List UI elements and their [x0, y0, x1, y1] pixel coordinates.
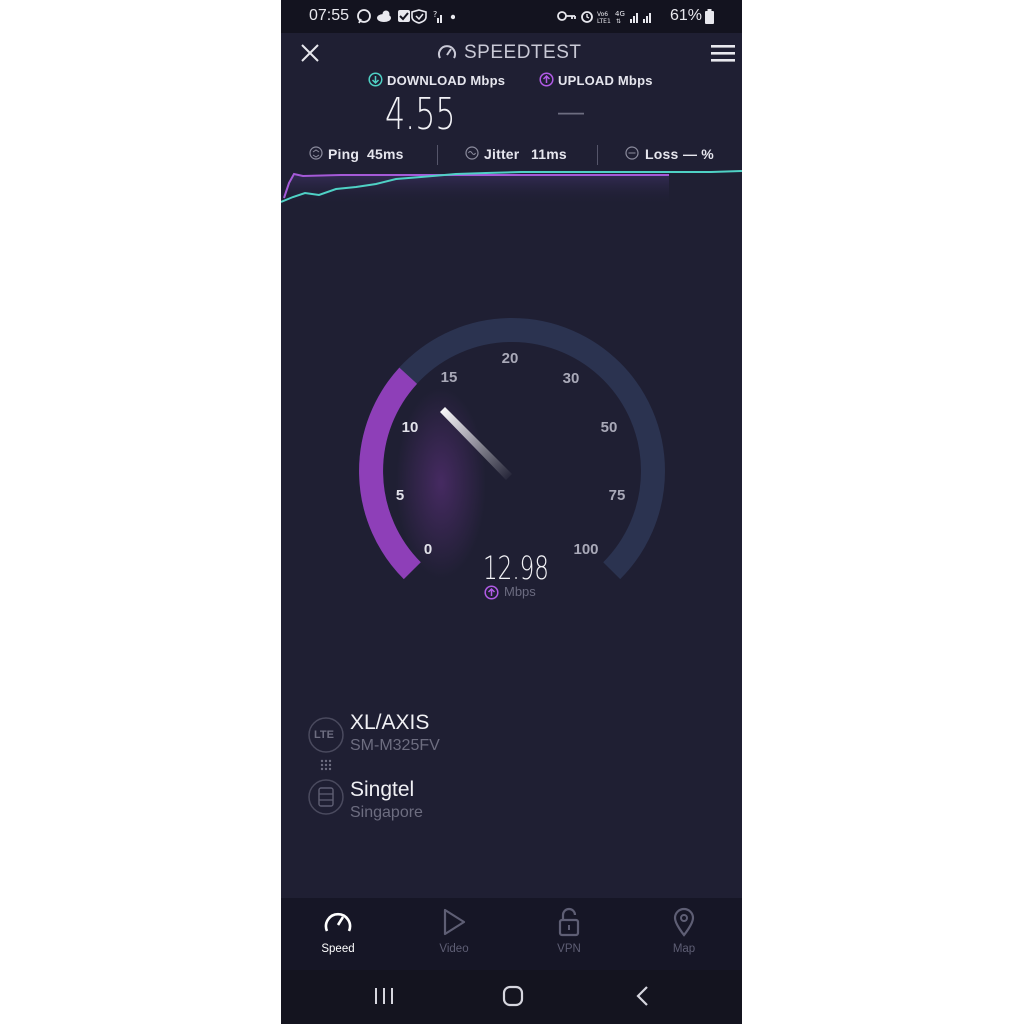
gauge-unit: Mbps	[504, 584, 536, 599]
server-location: Singapore	[350, 804, 423, 821]
loss-icon	[625, 146, 639, 160]
loss-value: — %	[683, 146, 714, 162]
jitter-label: Jitter	[484, 146, 520, 162]
server-name[interactable]: Singtel	[350, 778, 414, 802]
speedometer-icon	[324, 912, 352, 932]
ping-label: Ping	[328, 146, 360, 162]
connection-dots-icon	[320, 759, 332, 771]
nav-item-vpn[interactable]: VPN	[529, 898, 609, 970]
dot-icon	[450, 14, 455, 20]
nav-item-video[interactable]: Video	[414, 898, 494, 970]
battery-icon	[705, 9, 714, 24]
status-left-icons: ?	[357, 9, 455, 24]
app-header: SPEEDTEST	[281, 33, 742, 73]
shield-icon	[411, 9, 427, 24]
status-time: 07:55	[309, 7, 350, 24]
key-icon	[557, 11, 576, 21]
svg-text:Vo6: Vo6	[597, 11, 608, 18]
4g-icon: 4G⇅	[615, 10, 625, 25]
svg-text:4G: 4G	[615, 10, 625, 18]
map-pin-icon	[673, 907, 695, 937]
whatsapp-icon	[357, 9, 371, 24]
ping-value: 45ms	[367, 146, 404, 162]
gauge-tick: 75	[609, 487, 626, 504]
server-icon[interactable]	[307, 778, 345, 816]
signal-small-icon: ?	[433, 10, 442, 23]
nav-item-speed[interactable]: Speed	[298, 898, 378, 970]
signal-icon	[630, 13, 638, 23]
nav-label: Map	[672, 943, 696, 955]
volte-icon: Vo6LTE1	[597, 11, 611, 25]
checkbox-icon	[398, 10, 410, 22]
download-value: 4.55	[385, 89, 456, 140]
home-icon[interactable]	[502, 985, 524, 1007]
upload-mode-icon	[484, 585, 499, 600]
cloud-icon	[377, 10, 391, 22]
status-right-icons: Vo6LTE1 4G⇅	[557, 10, 651, 25]
menu-icon[interactable]	[711, 44, 735, 62]
ping-icon	[309, 146, 323, 160]
download-label: DOWNLOAD Mbps	[387, 73, 506, 88]
svg-text:LTE1: LTE1	[597, 18, 611, 25]
jitter-icon	[465, 146, 479, 160]
back-icon[interactable]	[635, 985, 649, 1007]
lock-icon	[558, 907, 580, 937]
battery-percent: 61%	[670, 7, 703, 24]
nav-label: Speed	[321, 943, 355, 955]
system-nav-bar	[281, 970, 742, 1024]
nav-label: VPN	[557, 943, 581, 955]
provider-name[interactable]: XL/AXIS	[350, 711, 429, 735]
jitter-value: 11ms	[531, 146, 567, 162]
metrics-divider	[437, 145, 438, 165]
svg-text:⇅: ⇅	[616, 18, 621, 25]
upload-value: —	[558, 96, 584, 126]
lte-badge-label: LTE	[314, 729, 334, 741]
gauge-tick: 15	[441, 369, 458, 386]
gauge-current-value: 12.98	[483, 549, 549, 587]
gauge-tick: 50	[601, 419, 618, 436]
speedtest-logo-icon	[438, 45, 456, 59]
gauge-tick: 20	[502, 350, 519, 367]
gauge-tick: 100	[573, 541, 598, 558]
close-icon[interactable]	[301, 44, 319, 62]
gauge-tick: 30	[563, 370, 580, 387]
app-title: SPEEDTEST	[464, 42, 582, 63]
gauge-tick: 10	[402, 419, 419, 436]
nav-label: Video	[439, 943, 469, 955]
metrics-divider	[597, 145, 598, 165]
bottom-nav: Speed Video VPN Map	[281, 898, 742, 970]
play-icon	[443, 908, 466, 936]
upload-label: UPLOAD Mbps	[558, 73, 653, 88]
speed-history-graph	[281, 170, 742, 205]
loss-label: Loss	[645, 146, 679, 162]
speedtest-screen: 07:55 ? Vo6 LTE1 4G ⇅ 61% SPEEDTEST DOWN…	[281, 0, 742, 1024]
device-name: SM-M325FV	[350, 737, 440, 754]
gauge-tick: 0	[424, 541, 432, 558]
alarm-icon	[581, 11, 593, 23]
status-bar: 07:55 ? Vo6 LTE1 4G ⇅ 61%	[281, 0, 742, 33]
signal-icon	[643, 13, 651, 23]
gauge-tick: 5	[396, 487, 404, 504]
upload-icon	[539, 72, 554, 87]
recent-apps-icon[interactable]	[374, 987, 394, 1005]
svg-text:?: ?	[433, 10, 437, 19]
nav-item-map[interactable]: Map	[644, 898, 724, 970]
download-icon	[368, 72, 383, 87]
